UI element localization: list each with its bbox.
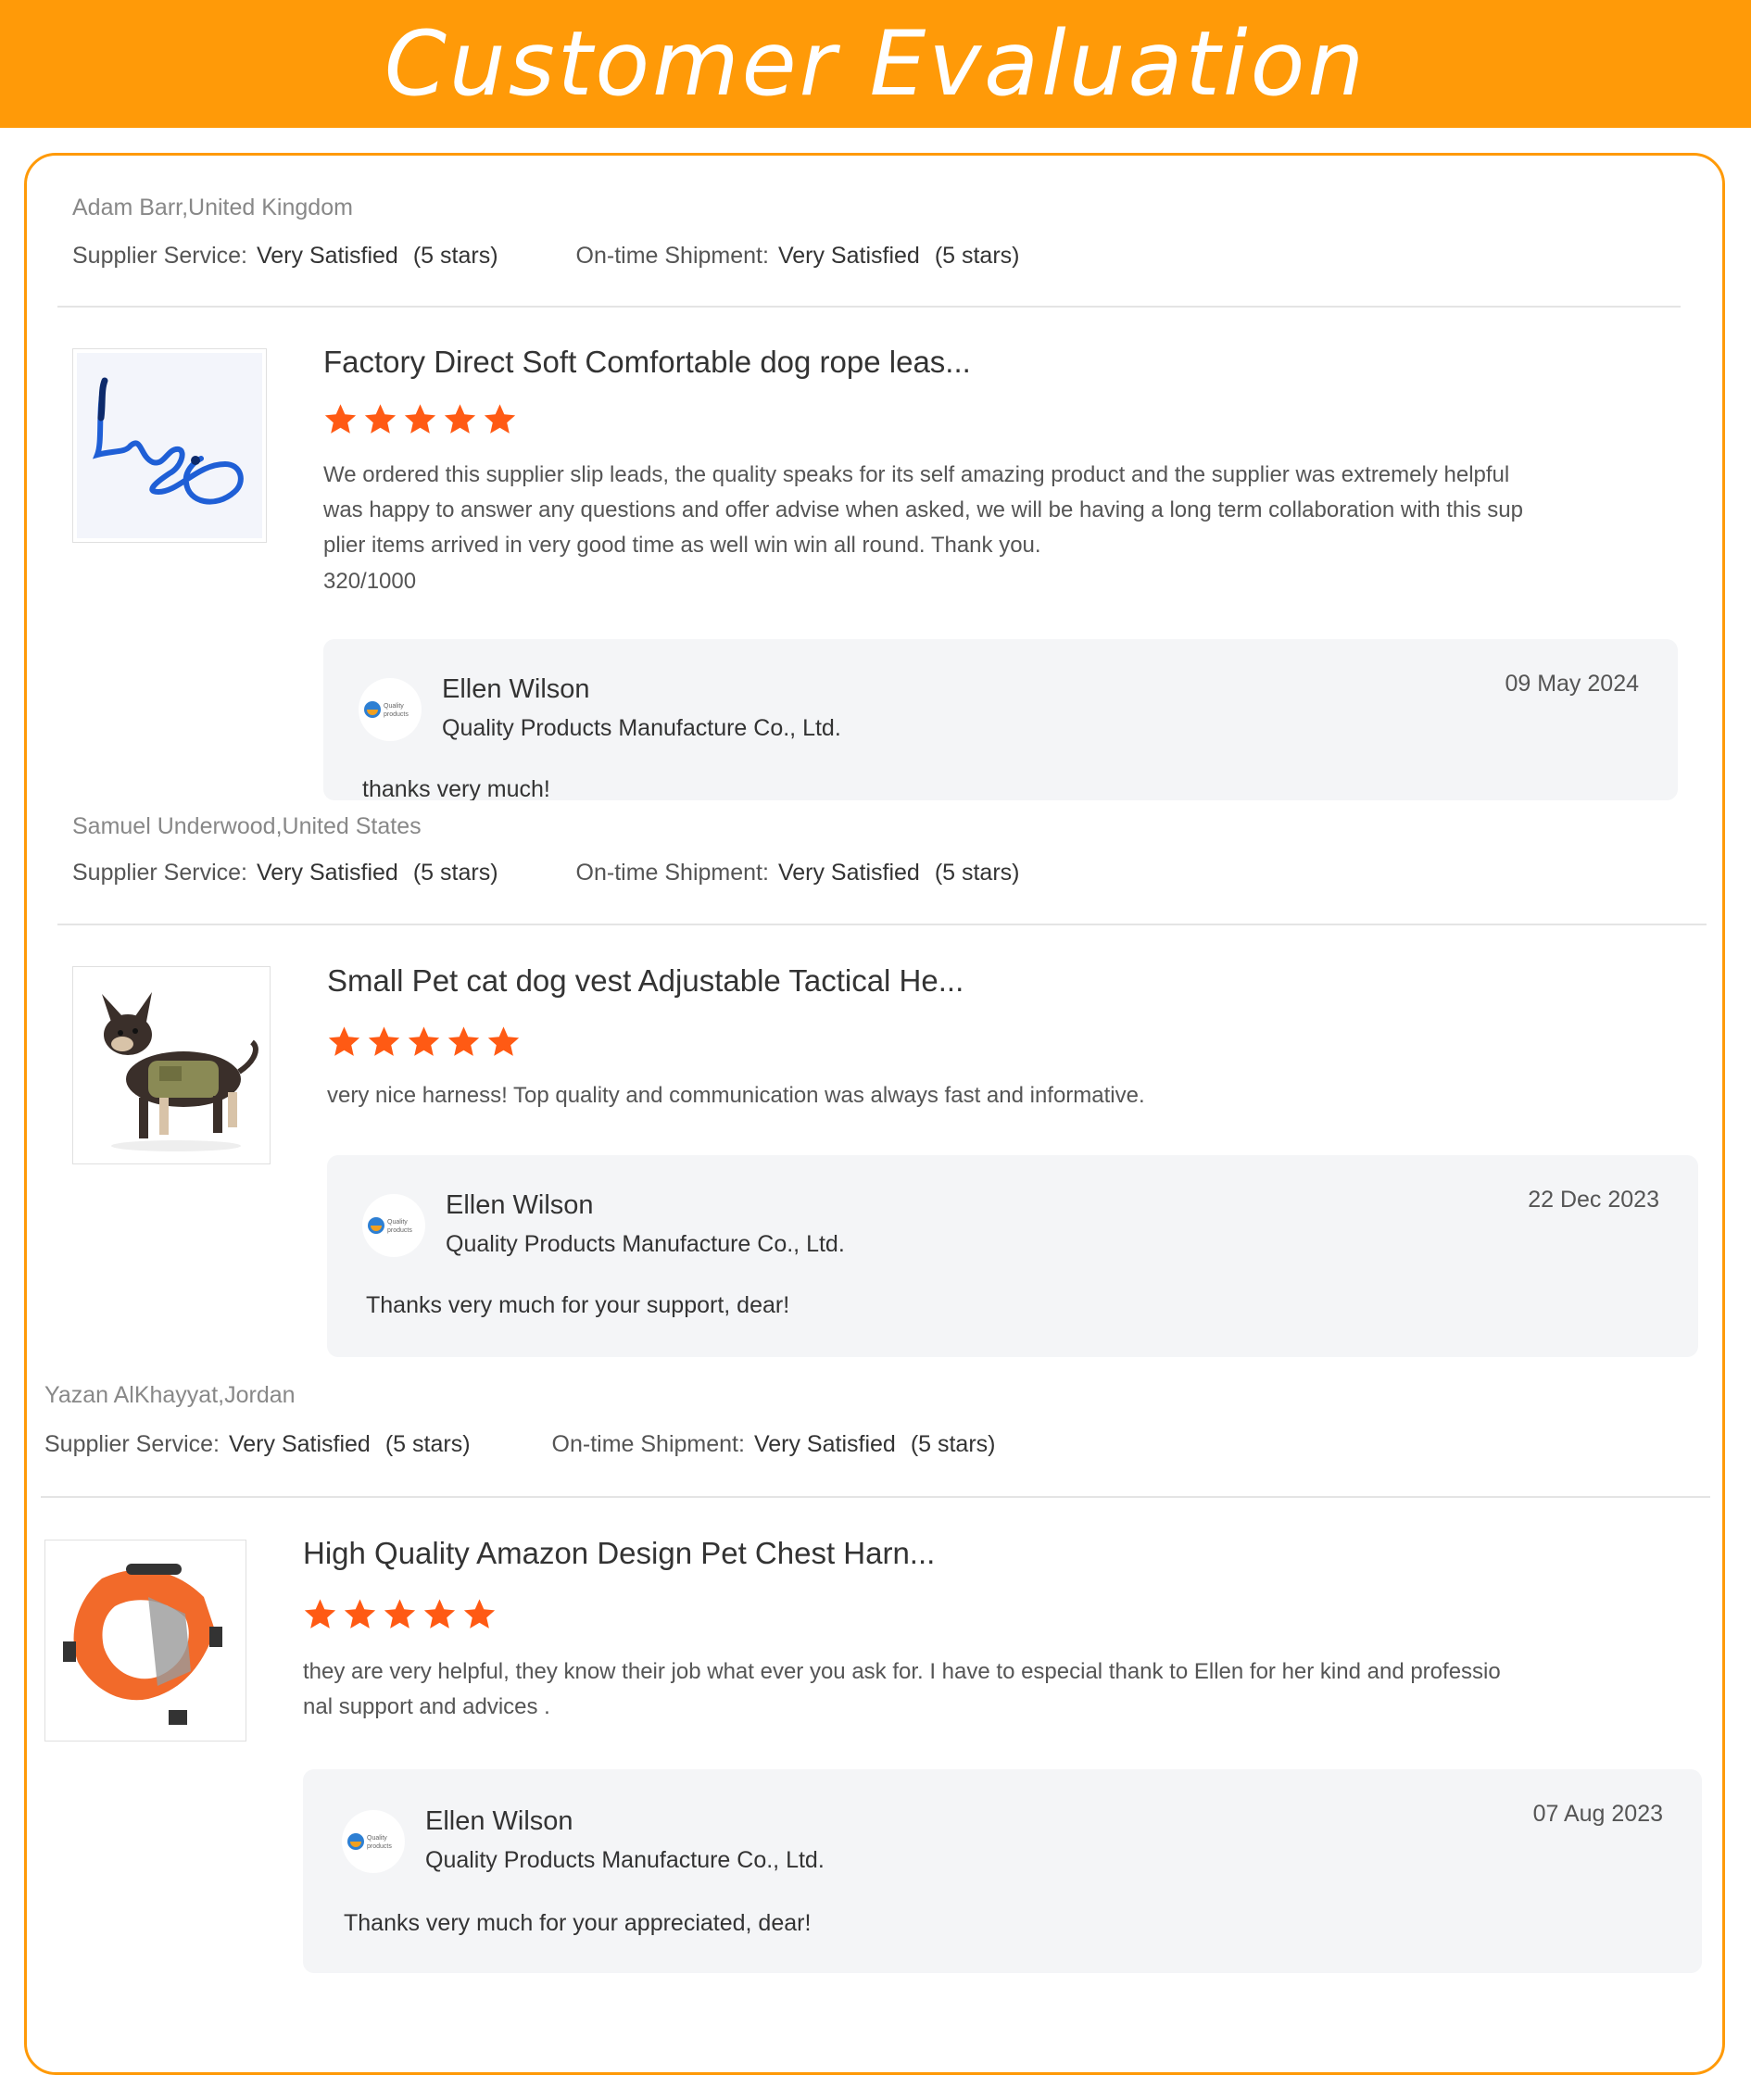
svg-text:products: products <box>384 711 409 718</box>
svg-text:Quality: Quality <box>387 1219 408 1226</box>
header-banner: Customer Evaluation <box>0 0 1751 128</box>
star-icon <box>368 1026 400 1056</box>
svg-text:products: products <box>367 1843 392 1850</box>
reply-author: Ellen Wilson <box>446 1190 594 1220</box>
shipment-rating: On-time Shipment: Very Satisfied (5 star… <box>576 860 1020 887</box>
rating-count: (5 stars) <box>910 1431 996 1457</box>
divider <box>41 1496 1710 1498</box>
star-rating <box>303 1597 497 1631</box>
star-icon <box>484 404 516 434</box>
star-rating <box>323 402 517 436</box>
supplier-reply: Quality products Ellen Wilson Quality Pr… <box>323 639 1678 800</box>
rating-label: On-time Shipment: <box>575 860 769 886</box>
reply-company: Quality Products Manufacture Co., Ltd. <box>442 715 841 741</box>
rating-count: (5 stars) <box>412 860 498 886</box>
reply-company: Quality Products Manufacture Co., Ltd. <box>446 1231 845 1257</box>
review-text-line: they are very helpful, they know their j… <box>303 1659 1501 1684</box>
svg-text:Quality: Quality <box>367 1835 387 1842</box>
reply-date: 07 Aug 2023 <box>1532 1801 1663 1827</box>
rating-label: Supplier Service: <box>72 860 247 886</box>
page-title: Customer Evaluation <box>384 12 1367 116</box>
review-text-line: We ordered this supplier slip leads, the… <box>323 462 1510 487</box>
product-title[interactable]: Factory Direct Soft Comfortable dog rope… <box>323 345 971 380</box>
rating-value: Very Satisfied <box>256 243 398 269</box>
rating-label: Supplier Service: <box>72 243 247 269</box>
svg-text:Quality: Quality <box>384 703 404 710</box>
star-icon <box>324 404 357 434</box>
review-text: they are very helpful, they know their j… <box>303 1654 1646 1725</box>
reply-author: Ellen Wilson <box>442 674 590 704</box>
supplier-service-rating: Supplier Service: Very Satisfied (5 star… <box>72 860 498 887</box>
star-icon <box>447 1026 480 1056</box>
review-text-line: nal support and advices . <box>303 1694 550 1719</box>
reviewer-name: Samuel Underwood,United States <box>72 813 422 839</box>
reply-date: 09 May 2024 <box>1505 671 1639 697</box>
divider <box>57 924 1707 925</box>
review-text: very nice harness! Top quality and commu… <box>327 1078 1643 1113</box>
rating-label: Supplier Service: <box>44 1431 220 1457</box>
star-rating <box>327 1025 521 1059</box>
review-text-line: very nice harness! Top quality and commu… <box>327 1083 1145 1108</box>
product-title[interactable]: Small Pet cat dog vest Adjustable Tactic… <box>327 963 964 999</box>
product-image[interactable] <box>44 1540 246 1742</box>
company-logo-icon: Quality products <box>347 1833 392 1850</box>
star-icon <box>364 404 397 434</box>
star-icon <box>344 1599 376 1628</box>
rating-count: (5 stars) <box>934 860 1020 886</box>
shipment-rating: On-time Shipment: Very Satisfied (5 star… <box>552 1431 996 1458</box>
company-logo-icon: Quality products <box>364 701 409 718</box>
star-icon <box>408 1026 440 1056</box>
avatar: Quality products <box>342 1810 405 1873</box>
review-text-line: was happy to answer any questions and of… <box>323 497 1523 522</box>
supplier-reply: Quality products Ellen Wilson Quality Pr… <box>327 1155 1698 1357</box>
avatar: Quality products <box>362 1194 425 1257</box>
rating-value: Very Satisfied <box>228 1431 371 1457</box>
rating-value: Very Satisfied <box>256 860 398 886</box>
company-logo-icon: Quality products <box>368 1217 412 1234</box>
reply-author: Ellen Wilson <box>425 1806 573 1836</box>
reply-text: thanks very much! <box>362 776 550 800</box>
star-icon <box>423 1599 456 1628</box>
star-icon <box>304 1599 336 1628</box>
product-image[interactable] <box>72 966 271 1164</box>
product-image[interactable] <box>72 348 267 543</box>
star-icon <box>444 404 476 434</box>
rating-label: On-time Shipment: <box>551 1431 745 1457</box>
reviewer-name: Adam Barr,United Kingdom <box>72 195 353 220</box>
rating-count: (5 stars) <box>384 1431 471 1457</box>
rating-value: Very Satisfied <box>753 1431 896 1457</box>
product-title[interactable]: High Quality Amazon Design Pet Chest Har… <box>303 1536 935 1571</box>
review-text-line: plier items arrived in very good time as… <box>323 533 1041 558</box>
ratings-row: Supplier Service: Very Satisfied (5 star… <box>72 243 1020 270</box>
avatar: Quality products <box>359 678 422 741</box>
chihuahua-in-tactical-vest-icon <box>74 968 269 1163</box>
rating-label: On-time Shipment: <box>575 243 769 269</box>
star-icon <box>487 1026 520 1056</box>
rating-value: Very Satisfied <box>777 860 920 886</box>
shipment-rating: On-time Shipment: Very Satisfied (5 star… <box>576 243 1020 270</box>
svg-text:products: products <box>387 1227 412 1234</box>
char-count: 320/1000 <box>323 569 417 594</box>
ratings-row: Supplier Service: Very Satisfied (5 star… <box>72 860 1020 887</box>
rating-count: (5 stars) <box>934 243 1020 269</box>
supplier-service-rating: Supplier Service: Very Satisfied (5 star… <box>72 243 498 270</box>
reply-text: Thanks very much for your support, dear! <box>366 1292 790 1318</box>
orange-pet-chest-harness-icon <box>46 1541 245 1740</box>
supplier-reply: Quality products Ellen Wilson Quality Pr… <box>303 1769 1702 1973</box>
reply-text: Thanks very much for your appreciated, d… <box>344 1910 812 1936</box>
reply-company: Quality Products Manufacture Co., Ltd. <box>425 1847 825 1873</box>
rating-count: (5 stars) <box>412 243 498 269</box>
star-icon <box>463 1599 496 1628</box>
supplier-service-rating: Supplier Service: Very Satisfied (5 star… <box>44 1431 471 1458</box>
reviewer-name: Yazan AlKhayyat,Jordan <box>44 1382 296 1408</box>
ratings-row: Supplier Service: Very Satisfied (5 star… <box>44 1431 996 1458</box>
star-icon <box>328 1026 360 1056</box>
star-icon <box>404 404 436 434</box>
reply-date: 22 Dec 2023 <box>1528 1187 1659 1213</box>
blue-dog-rope-leash-icon <box>77 353 262 538</box>
review-text: We ordered this supplier slip leads, the… <box>323 458 1620 563</box>
rating-value: Very Satisfied <box>777 243 920 269</box>
divider <box>57 306 1681 308</box>
star-icon <box>384 1599 416 1628</box>
